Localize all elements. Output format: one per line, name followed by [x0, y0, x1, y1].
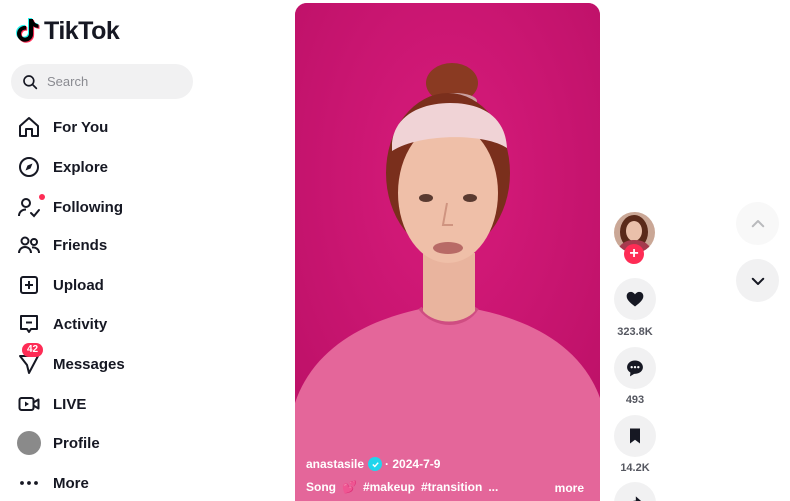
home-icon	[16, 114, 42, 140]
chevron-up-icon	[751, 219, 764, 227]
compass-icon	[16, 154, 42, 180]
profile-avatar	[16, 430, 42, 456]
nav-item-for-you[interactable]: For You	[16, 111, 108, 143]
heart-icon	[626, 291, 644, 307]
caption-more-button[interactable]: more	[555, 481, 584, 495]
live-icon	[16, 391, 42, 417]
bookmark-icon	[630, 428, 640, 444]
search-icon	[23, 74, 38, 89]
nav-label: Messages	[53, 355, 125, 373]
chevron-down-icon	[751, 277, 764, 285]
nav-label: LIVE	[53, 395, 87, 413]
video-frame	[295, 3, 600, 501]
video-caption: Song 💕 #makeup #transition ...	[306, 480, 498, 494]
save-button[interactable]	[614, 415, 656, 457]
search-bar[interactable]	[11, 64, 193, 99]
send-icon: 42	[16, 343, 44, 377]
nav-item-more[interactable]: More	[16, 467, 89, 499]
search-input[interactable]	[47, 74, 187, 89]
caption-text: Song	[306, 480, 336, 494]
author-username[interactable]: anastasile	[306, 457, 364, 471]
activity-icon	[16, 311, 42, 337]
video-player[interactable]: anastasile · 2024-7-9 Song 💕 #makeup #tr…	[295, 3, 600, 501]
nav-item-messages[interactable]: 42 Messages	[16, 343, 125, 380]
nav-label: Friends	[53, 236, 108, 254]
nav-item-explore[interactable]: Explore	[16, 151, 108, 183]
tiktok-logo-icon	[16, 17, 40, 43]
nav-item-friends[interactable]: Friends	[16, 229, 107, 261]
avatar	[17, 431, 41, 455]
nav-label: Explore	[53, 158, 109, 176]
previous-video-button[interactable]	[736, 202, 779, 245]
comment-icon	[627, 360, 643, 377]
sidebar: TikTok For You Explore	[0, 0, 215, 501]
nav-label: Upload	[53, 276, 104, 294]
like-button[interactable]	[614, 278, 656, 320]
share-button[interactable]	[614, 482, 656, 501]
hashtag-link[interactable]: #transition	[421, 480, 482, 494]
nav-label: More	[53, 474, 89, 492]
post-date: · 2024-7-9	[385, 457, 441, 471]
share-icon	[633, 496, 642, 501]
nav-label: Following	[53, 198, 123, 216]
ellipsis-icon	[16, 470, 42, 496]
plus-square-icon	[16, 272, 42, 298]
caption-ellipsis: ...	[488, 480, 499, 494]
nav-item-upload[interactable]: Upload	[16, 269, 104, 301]
notification-dot	[39, 194, 45, 200]
nav-item-profile[interactable]: Profile	[16, 427, 100, 459]
like-count: 323.8K	[617, 326, 653, 338]
tiktok-logo[interactable]: TikTok	[16, 17, 120, 46]
comment-count: 493	[625, 394, 645, 406]
message-count-badge: 42	[22, 343, 44, 357]
nav-label: Profile	[53, 434, 100, 452]
friends-icon	[16, 232, 42, 258]
next-video-button[interactable]	[736, 259, 779, 302]
heart-emoji: 💕	[342, 480, 357, 494]
following-icon	[16, 194, 45, 220]
comment-button[interactable]	[614, 347, 656, 389]
nav-item-activity[interactable]: Activity	[16, 308, 107, 340]
hashtag-link[interactable]: #makeup	[363, 480, 415, 494]
nav-item-following[interactable]: Following	[16, 191, 123, 223]
logo-text: TikTok	[44, 17, 120, 45]
nav-item-live[interactable]: LIVE	[16, 388, 86, 420]
follow-plus-button[interactable]: +	[624, 244, 644, 264]
nav-label: Activity	[53, 315, 108, 333]
nav-label: For You	[53, 118, 109, 136]
save-count: 14.2K	[620, 462, 650, 474]
video-author-row: anastasile · 2024-7-9	[306, 457, 440, 471]
verified-badge-icon	[368, 457, 383, 471]
